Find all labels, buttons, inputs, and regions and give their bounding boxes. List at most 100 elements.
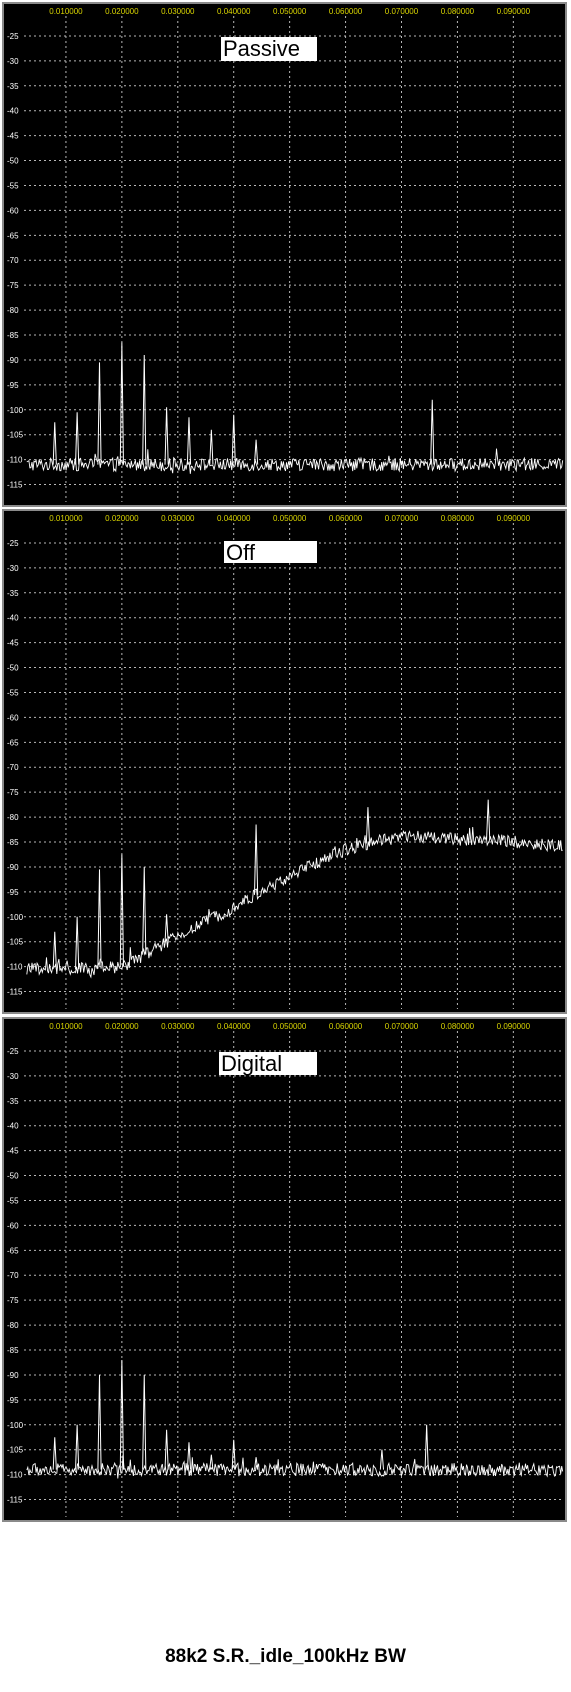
- x-tick-label: 0.020000: [105, 1022, 139, 1031]
- y-tick-label: -35: [7, 589, 19, 598]
- x-tick-label: 0.010000: [49, 7, 83, 16]
- y-tick-label: -65: [7, 738, 19, 747]
- grid-lines: [24, 16, 562, 502]
- noise-floor-trace: [26, 448, 564, 474]
- y-tick-label: -75: [7, 281, 19, 290]
- y-tick-label: -45: [7, 132, 19, 141]
- y-tick-label: -115: [7, 1496, 23, 1505]
- y-tick-label: -45: [7, 639, 19, 648]
- x-tick-label: 0.010000: [49, 514, 83, 523]
- y-tick-label: -110: [7, 456, 23, 465]
- x-tick-label: 0.090000: [497, 1022, 531, 1031]
- x-tick-label: 0.080000: [441, 1022, 475, 1031]
- spectral-peak: [52, 422, 57, 465]
- y-tick-label: -80: [7, 306, 19, 315]
- y-tick-label: -95: [7, 1396, 19, 1405]
- y-tick-label: -65: [7, 1246, 19, 1255]
- y-tick-label: -100: [7, 1421, 24, 1430]
- y-tick-label: -115: [7, 481, 23, 490]
- y-tick-label: -25: [7, 539, 19, 548]
- y-tick-label: -55: [7, 688, 19, 697]
- x-tick-label: 0.040000: [217, 1022, 251, 1031]
- y-tick-label: -35: [7, 82, 19, 91]
- peak-series: [52, 799, 491, 970]
- spectral-peak: [253, 824, 259, 895]
- y-tick-label: -65: [7, 231, 19, 240]
- spectral-peak: [52, 1437, 57, 1470]
- grid-lines: [24, 1031, 562, 1517]
- y-tick-label: -115: [7, 988, 23, 997]
- x-tick-label: 0.030000: [161, 1022, 195, 1031]
- x-tick-label: 0.030000: [161, 7, 195, 16]
- y-tick-label: -70: [7, 1271, 19, 1280]
- y-tick-label: -70: [7, 763, 19, 772]
- y-tick-label: -25: [7, 1047, 19, 1056]
- y-tick-label: -90: [7, 356, 19, 365]
- y-tick-label: -50: [7, 664, 19, 673]
- spectrum-chart-digital: 0.010000 0.020000 0.030000 0.040000 0.050000…: [7, 1022, 564, 1517]
- peak-series: [52, 1359, 429, 1470]
- y-tick-label: -30: [7, 57, 19, 66]
- y-tick-label: -85: [7, 838, 19, 847]
- x-tick-labels: 0.010000 0.020000 0.030000 0.040000 0.050000…: [49, 7, 530, 16]
- x-tick-label: 0.060000: [329, 1022, 363, 1031]
- noise-floor-trace: [26, 826, 563, 979]
- spectral-peak: [142, 1374, 147, 1470]
- spectral-peak: [253, 439, 259, 465]
- y-tick-label: -40: [7, 614, 19, 623]
- y-tick-label: -85: [7, 1346, 19, 1355]
- spectral-peak: [97, 1374, 102, 1470]
- y-tick-label: -105: [7, 938, 24, 947]
- y-tick-label: -110: [7, 1471, 23, 1480]
- y-tick-label: -25: [7, 32, 19, 41]
- x-tick-label: 0.010000: [49, 1022, 83, 1031]
- spectral-peak: [119, 1359, 124, 1470]
- x-tick-label: 0.070000: [385, 7, 419, 16]
- x-tick-label: 0.090000: [497, 7, 531, 16]
- spectral-peak: [164, 1429, 169, 1470]
- spectrum-panel-digital: 0.010000 0.020000 0.030000 0.040000 0.050000…: [2, 1017, 567, 1522]
- spectral-peak: [75, 916, 80, 970]
- x-tick-label: 0.090000: [497, 514, 531, 523]
- x-tick-label: 0.040000: [217, 514, 251, 523]
- y-tick-label: -35: [7, 1097, 19, 1106]
- y-tick-label: -90: [7, 863, 19, 872]
- y-tick-label: -70: [7, 256, 19, 265]
- grid-lines: [24, 523, 562, 1009]
- y-tick-label: -95: [7, 381, 19, 390]
- y-tick-label: -40: [7, 1122, 19, 1131]
- y-tick-label: -95: [7, 888, 19, 897]
- x-tick-label: 0.060000: [329, 514, 363, 523]
- x-tick-labels: 0.010000 0.020000 0.030000 0.040000 0.050000…: [49, 1022, 530, 1031]
- spectral-peak: [97, 869, 102, 969]
- x-tick-labels: 0.010000 0.020000 0.030000 0.040000 0.050000…: [49, 514, 530, 523]
- figure-caption: 88k2 S.R._idle_100kHz BW: [165, 1646, 406, 1667]
- peak-series: [52, 342, 435, 465]
- x-tick-label: 0.040000: [217, 7, 251, 16]
- y-tick-label: -55: [7, 181, 19, 190]
- x-tick-label: 0.030000: [161, 514, 195, 523]
- trace-label-off: Off: [224, 541, 317, 565]
- x-tick-label: 0.070000: [385, 1022, 419, 1031]
- y-tick-labels: -25 -30 -35 -40 -45 -50 -55 -60 -65 -70 -75 -80 -85 -…: [7, 32, 24, 490]
- y-tick-label: -90: [7, 1371, 19, 1380]
- y-tick-label: -60: [7, 713, 19, 722]
- spectral-peak: [379, 1449, 385, 1470]
- spectral-peak: [424, 1424, 429, 1470]
- y-tick-label: -40: [7, 107, 19, 116]
- spectral-peak: [52, 931, 57, 970]
- y-tick-label: -110: [7, 963, 23, 972]
- y-tick-label: -45: [7, 1147, 19, 1156]
- y-tick-labels: -25 -30 -35 -40 -45 -50 -55 -60 -65 -70 -75 -80 -85 -…: [7, 1047, 24, 1505]
- y-tick-label: -105: [7, 431, 24, 440]
- x-tick-label: 0.070000: [385, 514, 419, 523]
- y-tick-label: -60: [7, 206, 19, 215]
- y-tick-label: -105: [7, 1446, 24, 1455]
- spectrum-chart-passive: 0.010000 0.020000 0.030000 0.040000 0.050000…: [7, 7, 564, 502]
- y-tick-label: -55: [7, 1196, 19, 1205]
- spectral-peak: [164, 914, 169, 943]
- y-tick-label: -50: [7, 1172, 19, 1181]
- spectral-peak: [97, 362, 102, 465]
- spectrum-panel-passive: 0.010000 0.020000 0.030000 0.040000 0.050000…: [2, 2, 567, 507]
- y-tick-label: -50: [7, 157, 19, 166]
